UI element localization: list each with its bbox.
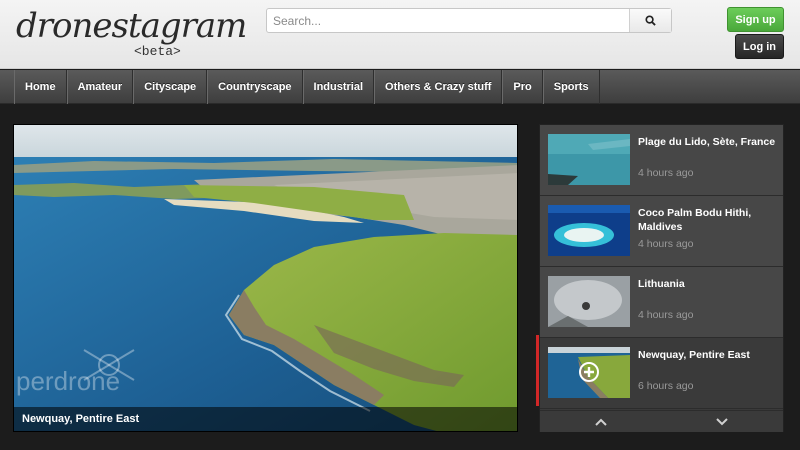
watermark-text: perdrone [16, 366, 120, 396]
category-nav: Home Amateur Cityscape Countryscape Indu… [0, 70, 800, 104]
featured-photo[interactable]: perdrone Newquay, Pentire East [13, 124, 518, 432]
list-item[interactable]: Plage du Lido, Sète, France 4 hours ago [540, 125, 783, 196]
signup-button[interactable]: Sign up [727, 7, 784, 32]
list-item-time: 6 hours ago [638, 380, 694, 392]
scroll-down-button[interactable] [662, 411, 784, 432]
photo-thumbnail [548, 205, 630, 256]
list-item-title: Plage du Lido, Sète, France [638, 136, 776, 148]
logo-beta-tag: <beta> [134, 44, 181, 59]
search-button[interactable] [629, 9, 671, 32]
site-header: dronestagram <beta> Sign up Log in [0, 0, 800, 69]
list-item[interactable]: Coco Palm Bodu Hithi, Maldives 4 hours a… [540, 196, 783, 267]
list-item-time: 4 hours ago [638, 238, 694, 250]
photo-thumbnail [548, 134, 630, 185]
list-item-time: 4 hours ago [638, 309, 694, 321]
nav-item-cityscape[interactable]: Cityscape [133, 70, 208, 104]
nav-item-countryscape[interactable]: Countryscape [207, 70, 303, 104]
scroll-up-button[interactable] [540, 411, 662, 432]
chevron-down-icon [716, 417, 728, 425]
recent-photos-list: Plage du Lido, Sète, France 4 hours ago … [536, 124, 784, 432]
search-icon [645, 15, 656, 26]
list-item[interactable]: Lithuania 4 hours ago [540, 267, 783, 338]
list-item-active[interactable]: Newquay, Pentire East 6 hours ago [536, 335, 783, 409]
nav-item-pro[interactable]: Pro [502, 70, 543, 104]
featured-photo-caption: Newquay, Pentire East [14, 407, 517, 431]
nav-item-others[interactable]: Others & Crazy stuff [374, 70, 503, 104]
featured-photo-image: perdrone [14, 125, 517, 431]
list-pager [540, 410, 783, 432]
list-item-title: Lithuania [638, 278, 685, 290]
list-item-title: Newquay, Pentire East [638, 349, 750, 361]
list-item-time: 4 hours ago [638, 167, 694, 179]
photo-thumbnail [548, 347, 630, 398]
photo-thumbnail [548, 276, 630, 327]
login-button[interactable]: Log in [735, 34, 784, 59]
search-box [266, 8, 672, 33]
nav-item-amateur[interactable]: Amateur [66, 70, 134, 104]
active-indicator [536, 335, 539, 406]
list-item-title: Coco Palm Bodu Hithi, Maldives [638, 207, 752, 233]
site-logo[interactable]: dronestagram <beta> [16, 6, 247, 64]
search-input[interactable] [267, 9, 629, 32]
logo-text: dronestagram [16, 6, 247, 46]
chevron-up-icon [595, 418, 607, 426]
nav-item-sports[interactable]: Sports [542, 70, 600, 104]
nav-item-home[interactable]: Home [14, 70, 67, 104]
nav-item-industrial[interactable]: Industrial [302, 70, 375, 104]
plus-circle-icon[interactable] [579, 362, 599, 382]
